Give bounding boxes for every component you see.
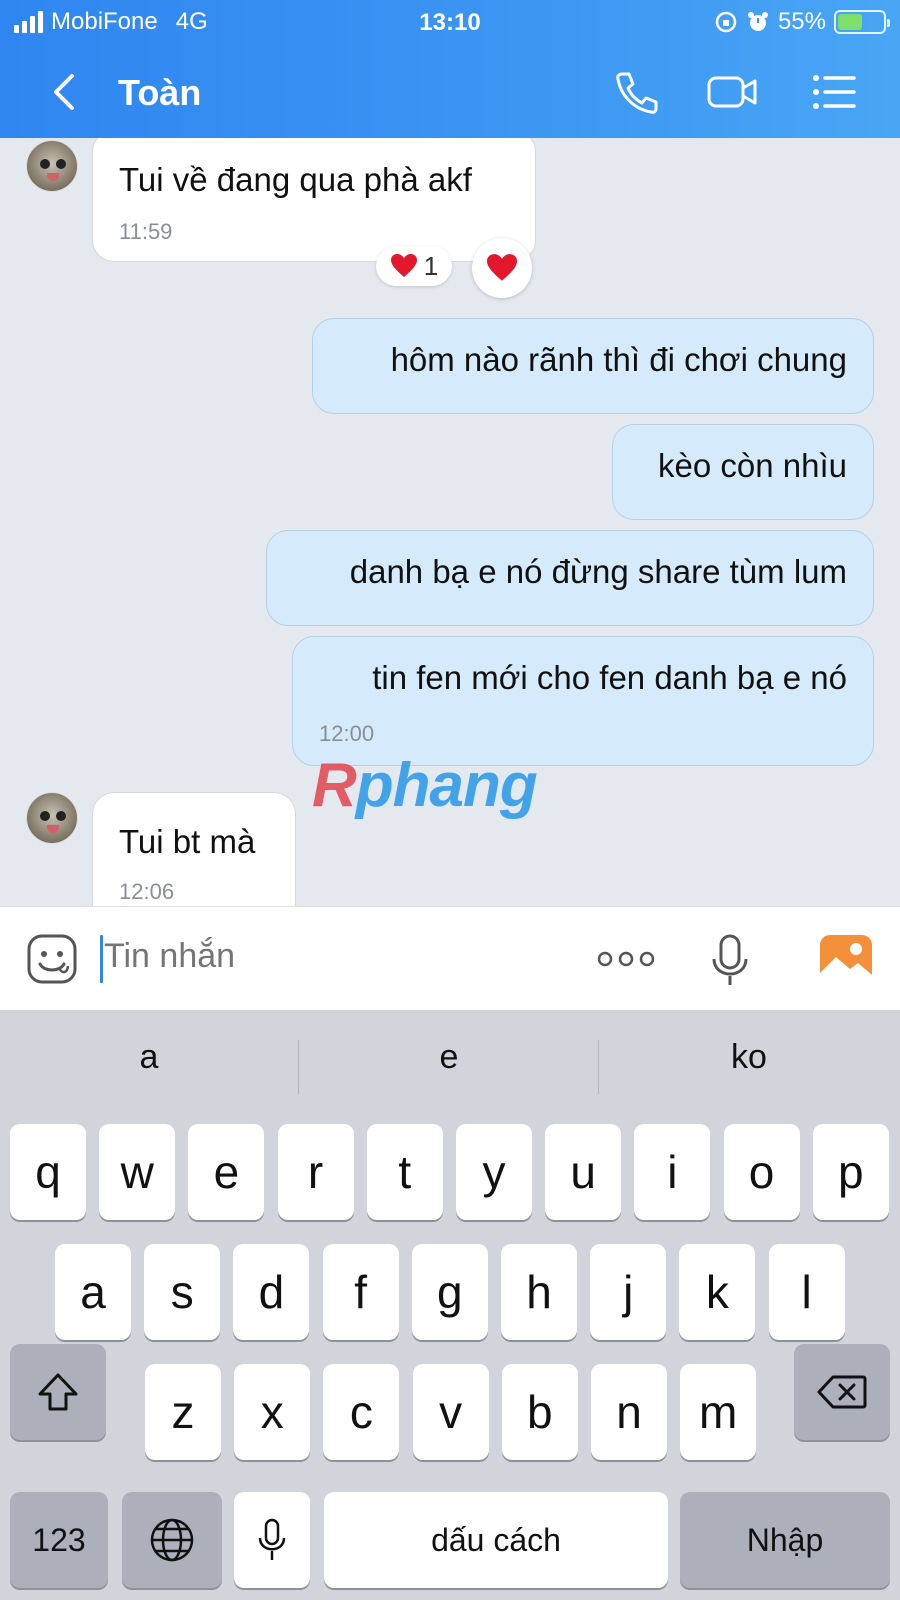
react-button[interactable] (472, 238, 532, 298)
key-o[interactable]: o (723, 1124, 800, 1220)
message-bubble-outgoing[interactable]: tin fen mới cho fen danh bạ e nó 12:00 (292, 636, 874, 766)
suggestion-item[interactable]: ko (600, 1038, 898, 1077)
key-h[interactable]: h (501, 1244, 577, 1340)
numbers-key[interactable]: 123 (10, 1492, 108, 1588)
key-w[interactable]: w (99, 1124, 176, 1220)
key-s[interactable]: s (144, 1244, 221, 1340)
phone-icon[interactable] (610, 68, 662, 116)
key-j[interactable]: j (590, 1244, 667, 1340)
suggestion-bar: a e ko (0, 1010, 900, 1122)
video-camera-icon[interactable] (706, 68, 758, 116)
key-y[interactable]: y (456, 1124, 532, 1220)
message-list[interactable]: Tui về đang qua phà akf 11:59 1 hôm nào … (0, 138, 900, 906)
message-text: danh bạ e nó đừng share tùm lum (349, 553, 847, 590)
message-bubble-incoming[interactable]: Tui về đang qua phà akf 11:59 (92, 138, 536, 262)
key-t[interactable]: t (366, 1124, 443, 1220)
shift-arrow-icon (38, 1373, 78, 1411)
message-time: 11:59 (119, 219, 173, 244)
message-bubble-outgoing[interactable]: hôm nào rãnh thì đi chơi chung (312, 318, 874, 414)
battery-icon (834, 10, 890, 34)
key-f[interactable]: f (322, 1244, 399, 1340)
globe-icon (150, 1518, 194, 1562)
key-x[interactable]: x (234, 1364, 311, 1460)
microphone-icon[interactable] (710, 933, 750, 987)
reaction-count: 1 (423, 250, 439, 281)
dictation-key[interactable] (234, 1492, 310, 1588)
message-text: tin fen mới cho fen danh bạ e nó (372, 659, 847, 696)
backspace-key[interactable] (794, 1344, 890, 1440)
key-g[interactable]: g (411, 1244, 488, 1340)
heart-icon (390, 254, 417, 277)
message-input[interactable] (104, 937, 564, 976)
suggestion-divider (298, 1040, 299, 1094)
message-text: Tui về đang qua phà akf (119, 161, 472, 198)
key-d[interactable]: d (233, 1244, 310, 1340)
battery-percent: 55% (777, 8, 826, 35)
orientation-lock-icon (715, 11, 737, 33)
return-key[interactable]: Nhập (680, 1492, 890, 1588)
key-u[interactable]: u (545, 1124, 622, 1220)
suggestion-divider (598, 1040, 599, 1094)
chat-header: MobiFone 4G 13:10 55% Toàn (0, 0, 900, 138)
key-v[interactable]: v (412, 1364, 489, 1460)
message-bubble-incoming[interactable]: Tui bt mà 12:06 (92, 792, 296, 906)
contact-avatar[interactable] (26, 140, 78, 192)
contact-name[interactable]: Toàn (118, 72, 201, 114)
microphone-icon (258, 1518, 286, 1560)
watermark-logo: Rphang (312, 751, 538, 820)
contact-avatar[interactable] (26, 792, 78, 844)
keyboard: a e ko qwertyuiop asdfghjkl zxcvbnm 123 … (0, 1010, 900, 1600)
message-text: kèo còn nhìu (658, 447, 847, 484)
more-dots-icon[interactable] (596, 947, 656, 971)
sticker-smile-icon[interactable] (26, 933, 78, 985)
message-text: Tui bt mà (119, 823, 256, 860)
nav-bar: Toàn (0, 46, 900, 138)
key-b[interactable]: b (501, 1364, 578, 1460)
key-n[interactable]: n (591, 1364, 667, 1460)
alarm-icon (747, 12, 768, 31)
key-z[interactable]: z (145, 1364, 221, 1460)
composer-bar (0, 906, 900, 1010)
suggestion-item[interactable]: a (0, 1038, 298, 1077)
message-text: hôm nào rãnh thì đi chơi chung (390, 341, 847, 378)
key-k[interactable]: k (679, 1244, 756, 1340)
key-c[interactable]: c (323, 1364, 400, 1460)
backspace-icon (817, 1375, 867, 1409)
chevron-left-icon[interactable] (44, 70, 84, 114)
message-time: 12:00 (319, 721, 375, 746)
key-r[interactable]: r (277, 1124, 354, 1220)
battery-fill (838, 14, 863, 30)
list-menu-icon[interactable] (808, 68, 860, 116)
message-time: 12:06 (119, 879, 175, 904)
key-p[interactable]: p (812, 1124, 889, 1220)
reaction-summary[interactable]: 1 (376, 246, 452, 286)
key-e[interactable]: e (188, 1124, 265, 1220)
space-key[interactable]: dấu cách (324, 1492, 668, 1588)
key-a[interactable]: a (55, 1244, 131, 1340)
globe-key[interactable] (122, 1492, 222, 1588)
photo-gallery-icon[interactable] (818, 933, 874, 985)
message-bubble-outgoing[interactable]: danh bạ e nó đừng share tùm lum (266, 530, 874, 626)
shift-key[interactable] (10, 1344, 106, 1440)
status-right: 55% (714, 8, 890, 36)
key-i[interactable]: i (634, 1124, 711, 1220)
key-l[interactable]: l (768, 1244, 845, 1340)
key-q[interactable]: q (10, 1124, 86, 1220)
suggestion-item[interactable]: e (300, 1038, 598, 1077)
text-caret (100, 935, 103, 983)
heart-icon (487, 254, 517, 281)
key-m[interactable]: m (680, 1364, 757, 1460)
message-bubble-outgoing[interactable]: kèo còn nhìu (612, 424, 874, 520)
status-bar: MobiFone 4G 13:10 55% (0, 0, 900, 46)
